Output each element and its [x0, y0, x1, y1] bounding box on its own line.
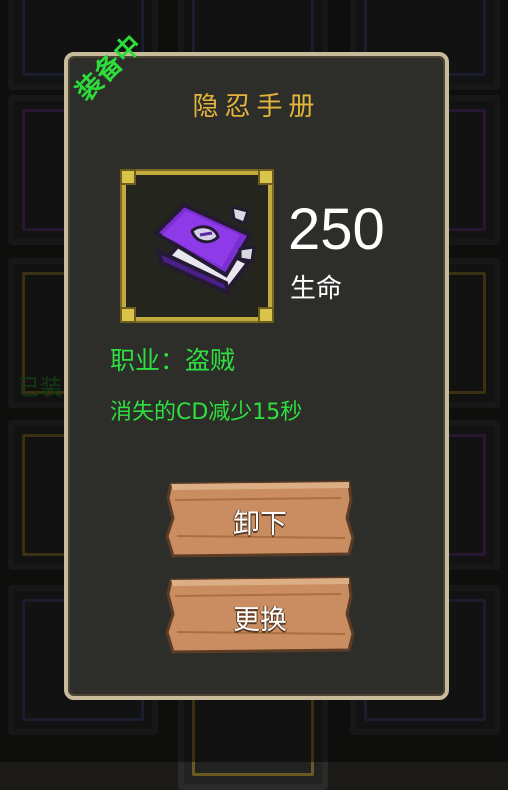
stat-value: 250: [288, 197, 385, 262]
item-effect: 消失的CD减少15秒: [110, 400, 303, 425]
unequip-label: 卸下: [233, 509, 287, 539]
stat-label: 生命: [290, 274, 343, 304]
unequip-button[interactable]: 卸下: [165, 478, 355, 558]
item-icon-frame: [120, 169, 274, 323]
class-requirement: 职业：盗贼: [110, 346, 236, 375]
swap-button[interactable]: 更换: [165, 574, 355, 654]
swap-label: 更换: [233, 605, 287, 635]
item-title: 隐忍手册: [192, 92, 321, 122]
item-detail-dialog: 装备中 隐忍手册 250 生命 职业：盗贼 消失的CD减少15秒 卸下 更换: [64, 29, 449, 700]
purple-book-icon: [152, 202, 256, 297]
